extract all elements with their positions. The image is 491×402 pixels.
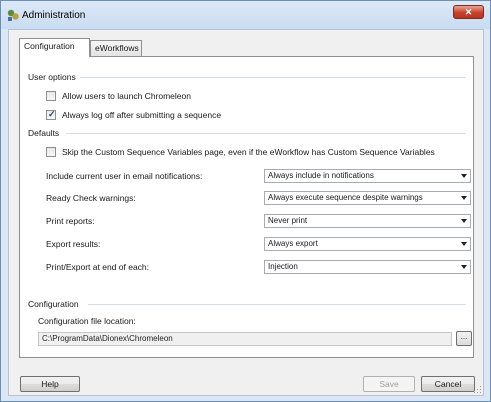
print-reports-label: Print reports:: [46, 216, 95, 226]
user-options-divider: [80, 77, 466, 78]
print-export-end-label: Print/Export at end of each:: [46, 262, 150, 272]
help-button[interactable]: Help: [20, 376, 80, 392]
close-button[interactable]: [453, 5, 484, 19]
dialog-client-area: Configuration eWorkflows User options Al…: [8, 29, 484, 396]
title-bar[interactable]: Administration: [1, 1, 490, 29]
tab-eworkflows[interactable]: eWorkflows: [90, 40, 142, 56]
always-logoff-label[interactable]: Always log off after submitting a sequen…: [62, 110, 221, 120]
administration-window: Administration Configuration eWorkflows …: [0, 0, 491, 402]
print-export-end-select[interactable]: Injection: [264, 260, 471, 274]
dropdown-arrow-icon: [461, 196, 467, 200]
administration-app-icon: [7, 9, 19, 21]
user-options-heading: User options: [28, 72, 76, 82]
resize-grip-icon[interactable]: [474, 386, 482, 394]
dropdown-arrow-icon: [461, 242, 467, 246]
export-results-value: Always export: [268, 239, 318, 248]
print-export-end-value: Injection: [268, 262, 298, 271]
email-notifications-label: Include current user in email notificati…: [46, 171, 203, 181]
ready-check-select[interactable]: Always execute sequence despite warnings: [264, 191, 471, 205]
browse-button[interactable]: ...: [456, 331, 472, 346]
always-logoff-checkbox[interactable]: [46, 109, 56, 120]
dropdown-arrow-icon: [461, 265, 467, 269]
dropdown-arrow-icon: [461, 174, 467, 178]
config-file-location-field[interactable]: C:\ProgramData\Dionex\Chromeleon: [38, 332, 452, 346]
config-file-location-label: Configuration file location:: [38, 316, 136, 326]
export-results-label: Export results:: [46, 239, 101, 249]
save-button[interactable]: Save: [363, 376, 415, 392]
print-reports-value: Never print: [268, 216, 308, 225]
export-results-select[interactable]: Always export: [264, 237, 471, 251]
tab-configuration[interactable]: Configuration: [19, 38, 90, 57]
ready-check-value: Always execute sequence despite warnings: [268, 193, 423, 202]
allow-launch-label[interactable]: Allow users to launch Chromeleon: [62, 91, 191, 101]
configuration-divider: [88, 304, 466, 305]
defaults-heading: Defaults: [28, 128, 60, 138]
allow-launch-checkbox[interactable]: [46, 91, 56, 101]
window-title: Administration: [22, 10, 86, 21]
skip-custom-variables-label[interactable]: Skip the Custom Sequence Variables page,…: [62, 147, 435, 157]
configuration-panel: User options Allow users to launch Chrom…: [19, 56, 474, 358]
email-notifications-value: Always include in notifications: [268, 171, 374, 180]
email-notifications-select[interactable]: Always include in notifications: [264, 169, 471, 183]
ready-check-label: Ready Check warnings:: [46, 193, 136, 203]
defaults-divider: [66, 133, 466, 134]
print-reports-select[interactable]: Never print: [264, 214, 471, 228]
skip-custom-variables-checkbox[interactable]: [46, 147, 56, 157]
dropdown-arrow-icon: [461, 219, 467, 223]
cancel-button[interactable]: Cancel: [421, 376, 475, 392]
configuration-heading: Configuration: [28, 299, 79, 309]
